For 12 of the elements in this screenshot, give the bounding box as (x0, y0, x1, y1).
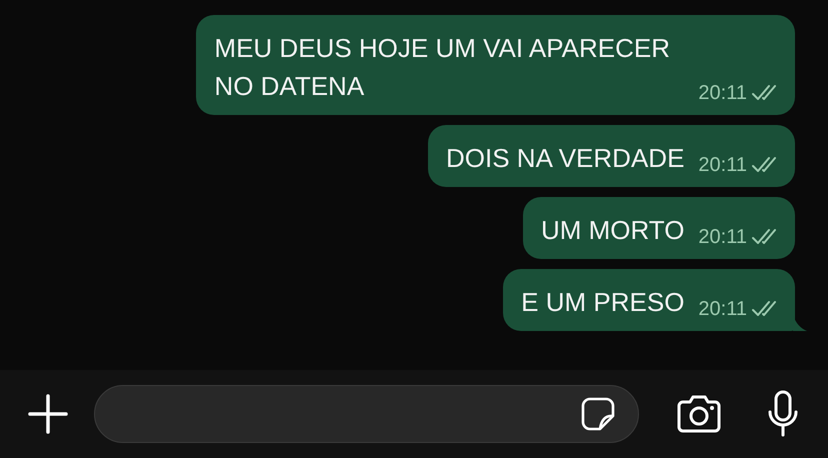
message-time: 20:11 (698, 297, 747, 321)
message-time: 20:11 (698, 81, 747, 105)
message-time: 20:11 (698, 225, 747, 249)
camera-icon[interactable] (675, 394, 723, 434)
message-time: 20:11 (698, 153, 747, 177)
microphone-icon[interactable] (767, 390, 799, 438)
message-text: DOIS NA VERDADE (446, 142, 684, 175)
plus-icon[interactable] (28, 394, 68, 434)
message-text: E UM PRESO (521, 286, 684, 319)
message-text: MEU DEUS HOJE UM VAI APARECER NO DATENA (214, 32, 671, 103)
message-text: UM MORTO (540, 214, 684, 247)
sticker-icon[interactable] (580, 396, 616, 432)
